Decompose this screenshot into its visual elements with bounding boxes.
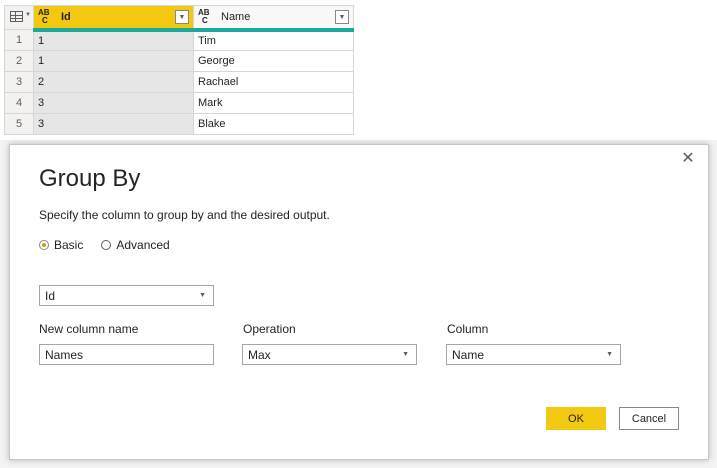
cell-id[interactable]: 3: [33, 113, 194, 135]
cell-name[interactable]: Mark: [193, 92, 354, 114]
radio-basic-label: Basic: [54, 238, 84, 252]
row-number: 5: [4, 113, 34, 135]
cell-id[interactable]: 3: [33, 92, 194, 114]
dialog-description: Specify the column to group by and the d…: [39, 208, 330, 222]
cell-name[interactable]: Blake: [193, 113, 354, 135]
table-row[interactable]: 5 3 Blake: [4, 113, 354, 135]
ok-button[interactable]: OK: [546, 407, 606, 430]
chevron-down-icon: ▼: [402, 351, 409, 358]
mode-radio-group: Basic Advanced: [39, 238, 188, 252]
text-type-icon[interactable]: AB C: [38, 8, 58, 25]
cell-id[interactable]: 2: [33, 71, 194, 93]
radio-advanced[interactable]: Advanced: [101, 238, 170, 252]
operation-label: Operation: [243, 322, 296, 336]
radio-basic[interactable]: Basic: [39, 238, 83, 252]
new-column-name-input[interactable]: Names: [39, 344, 214, 365]
group-by-dialog: ✕ Group By Specify the column to group b…: [9, 144, 709, 460]
table-row[interactable]: 4 3 Mark: [4, 92, 354, 114]
chevron-down-icon: ▼: [25, 12, 31, 18]
table-row[interactable]: 3 2 Rachael: [4, 71, 354, 93]
column-header-label: Name: [221, 10, 251, 23]
text-type-icon[interactable]: AB C: [198, 8, 218, 25]
grid-header-row: ▼ AB C Id ▼ AB C Name ▼: [4, 5, 354, 32]
dialog-title: Group By: [39, 165, 141, 192]
cell-name[interactable]: Tim: [193, 29, 354, 51]
chevron-down-icon: ▼: [199, 292, 206, 299]
chevron-down-icon: ▼: [606, 351, 613, 358]
radio-button[interactable]: [101, 240, 112, 250]
cell-id[interactable]: 1: [33, 29, 194, 51]
row-number: 2: [4, 50, 34, 72]
cell-id[interactable]: 1: [33, 50, 194, 72]
row-number: 3: [4, 71, 34, 93]
column-value: Name: [452, 347, 485, 362]
row-number: 4: [4, 92, 34, 114]
column-label: Column: [447, 322, 489, 336]
column-header-label: Id: [61, 10, 71, 23]
row-number: 1: [4, 29, 34, 51]
new-column-label: New column name: [39, 322, 139, 336]
operation-value: Max: [248, 347, 271, 362]
chevron-down-icon[interactable]: ▼: [335, 10, 349, 24]
radio-button-checked[interactable]: [39, 240, 49, 250]
table-icon: [10, 11, 23, 22]
group-by-column-select[interactable]: Id ▼: [39, 285, 214, 306]
close-icon[interactable]: ✕: [680, 151, 696, 167]
column-header-name[interactable]: AB C Name ▼: [193, 5, 354, 32]
query-preview-area: ▼ AB C Id ▼ AB C Name ▼ 1 1 Tim 2 1 Geor…: [0, 0, 717, 140]
column-header-id[interactable]: AB C Id ▼: [33, 5, 194, 32]
operation-select[interactable]: Max ▼: [242, 344, 417, 365]
cell-name[interactable]: George: [193, 50, 354, 72]
table-menu-button[interactable]: ▼: [4, 5, 34, 30]
cancel-button[interactable]: Cancel: [619, 407, 679, 430]
new-column-name-value: Names: [45, 347, 84, 362]
radio-advanced-label: Advanced: [116, 238, 170, 252]
cell-name[interactable]: Rachael: [193, 71, 354, 93]
chevron-down-icon[interactable]: ▼: [175, 10, 189, 24]
group-by-column-value: Id: [45, 288, 56, 303]
data-grid: ▼ AB C Id ▼ AB C Name ▼ 1 1 Tim 2 1 Geor…: [4, 5, 354, 135]
column-select[interactable]: Name ▼: [446, 344, 621, 365]
table-row[interactable]: 2 1 George: [4, 50, 354, 72]
table-row[interactable]: 1 1 Tim: [4, 29, 354, 51]
